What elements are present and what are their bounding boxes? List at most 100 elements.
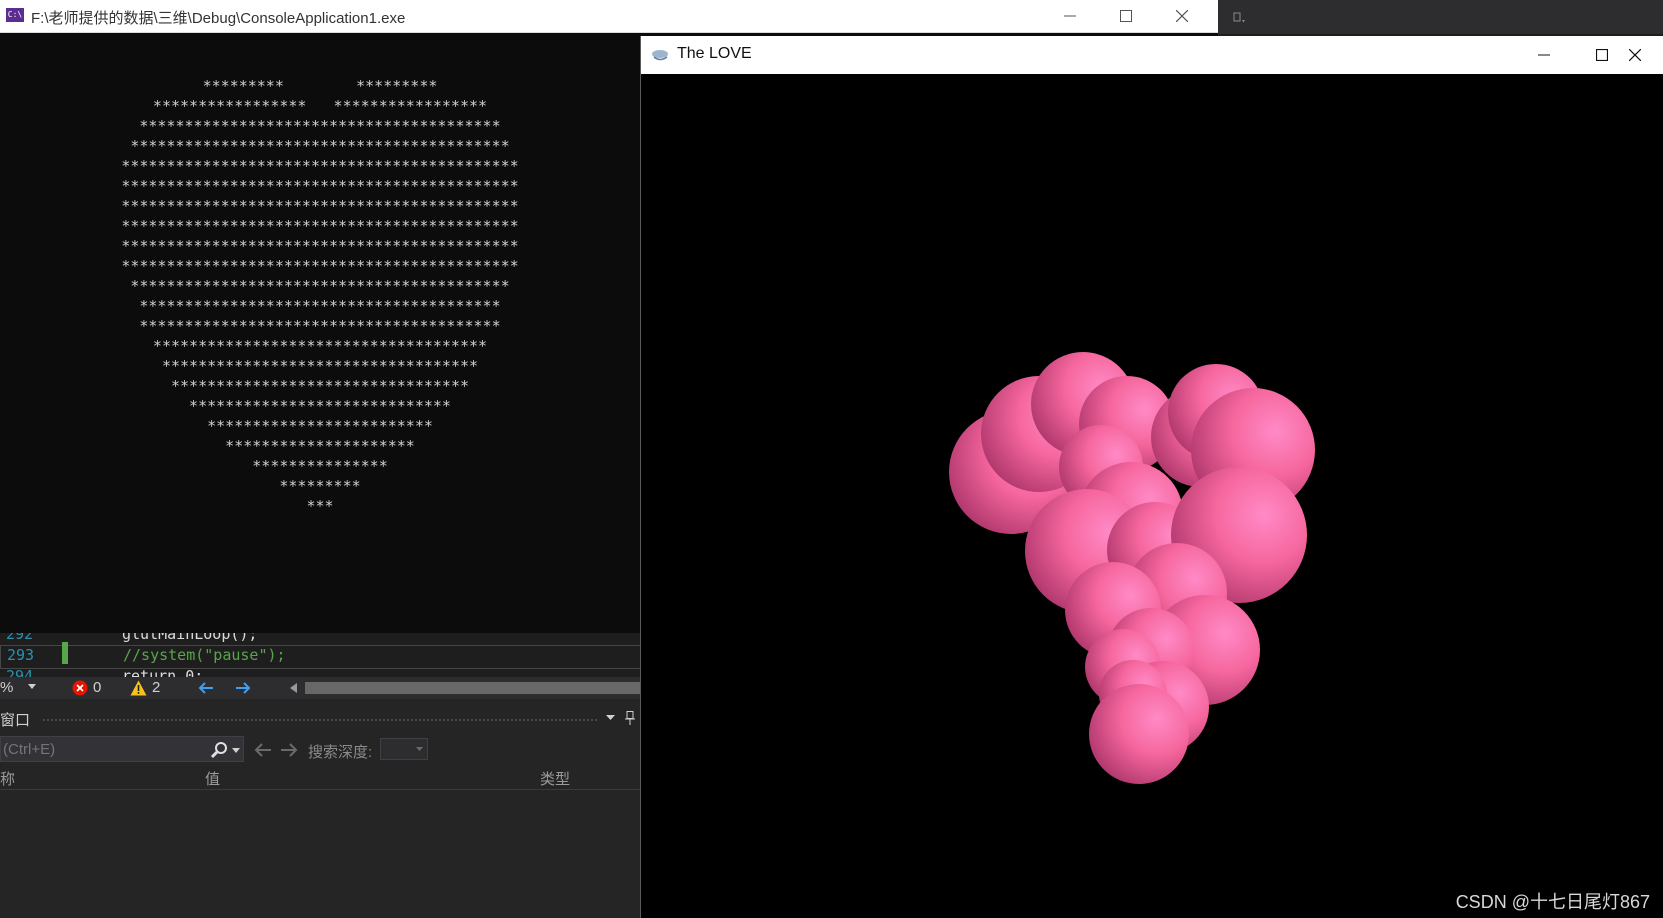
error-count: 0	[93, 679, 102, 696]
console-line-text: ********* *********	[202, 77, 438, 95]
code-line[interactable]: 294 return 0;	[0, 667, 640, 677]
console-output-line: ****************************************…	[0, 156, 640, 176]
pink-sphere	[1089, 684, 1189, 784]
locals-panel-header: 窗口	[0, 707, 640, 729]
warning-count: 2	[152, 679, 161, 696]
console-line-text: ****************************************	[139, 117, 501, 135]
search-icon[interactable]	[210, 741, 228, 759]
ide-toolbar-strip	[1218, 0, 1663, 34]
csdn-watermark: CSDN @十七日尾灯867	[1456, 892, 1650, 912]
console-output-line: ****************************************	[0, 296, 640, 316]
navigate-forward-icon[interactable]	[235, 681, 251, 695]
console-app-icon: C:\	[6, 8, 24, 22]
search-options-dropdown-icon[interactable]	[232, 748, 240, 753]
gl-maximize-button[interactable]	[1574, 36, 1630, 74]
zoom-dropdown-icon[interactable]	[28, 684, 36, 690]
console-minimize-button[interactable]	[1042, 0, 1098, 32]
console-output-line: *****************************	[0, 396, 640, 416]
console-line-text: ****************************************…	[121, 237, 519, 255]
panel-grip	[42, 718, 597, 722]
console-output-line: ****************************************…	[0, 136, 640, 156]
console-output-line: ****************************************…	[0, 216, 640, 236]
panel-dropdown-icon[interactable]	[606, 715, 615, 721]
console-line-text: *****************************	[189, 397, 451, 415]
console-output-line: ****************************************…	[0, 236, 640, 256]
warning-icon[interactable]	[130, 680, 147, 696]
close-icon	[1176, 10, 1188, 22]
search-forward-icon[interactable]	[280, 742, 298, 758]
column-name[interactable]: 称	[0, 768, 15, 789]
gl-titlebar[interactable]: The LOVE	[641, 36, 1663, 75]
horizontal-scrollbar[interactable]	[305, 682, 640, 694]
console-maximize-button[interactable]	[1098, 0, 1154, 32]
console-line-text: ****************************************…	[121, 177, 519, 195]
minimize-icon	[1064, 15, 1076, 17]
console-output-line: ****************************************…	[0, 256, 640, 276]
maximize-icon	[1120, 10, 1132, 22]
pin-icon[interactable]	[1232, 12, 1246, 24]
console-line-text: ****************************************	[139, 297, 501, 315]
console-output: ********* ********* ***************** ***…	[0, 76, 640, 516]
pin-panel-icon[interactable]	[625, 711, 635, 725]
console-output-line: ***************** *****************	[0, 96, 640, 116]
console-line-text: ****************************************…	[121, 257, 519, 275]
console-line-text: ****************************************…	[121, 197, 519, 215]
locals-search-row: 搜索深度:	[0, 736, 640, 764]
panel-title: 窗口	[0, 712, 31, 729]
console-output-line: ****************************************	[0, 316, 640, 336]
search-depth-label: 搜索深度:	[308, 744, 373, 761]
code-text: glutMainLoop();	[122, 633, 258, 643]
navigate-back-icon[interactable]	[198, 681, 214, 695]
search-back-icon[interactable]	[254, 742, 272, 758]
zoom-level[interactable]: %	[0, 679, 13, 696]
console-output-line: ****************************************…	[0, 276, 640, 296]
gl-minimize-button[interactable]	[1516, 36, 1572, 74]
line-number: 292	[6, 633, 34, 643]
code-editor[interactable]: 292 glutMainLoop(); 293 //system("pause"…	[0, 633, 640, 677]
locals-panel: 窗口 搜索深度: 称 值 类型	[0, 699, 640, 918]
console-line-text: *********************	[225, 437, 415, 455]
gl-render-canvas[interactable]: CSDN @十七日尾灯867	[641, 74, 1663, 918]
code-line-current[interactable]: 293 //system("pause");	[0, 645, 640, 669]
search-depth-select[interactable]	[380, 738, 428, 760]
maximize-icon	[1596, 49, 1608, 61]
line-number: 293	[7, 646, 35, 664]
scroll-left-icon[interactable]	[290, 683, 297, 693]
console-output-line: *********************************	[0, 376, 640, 396]
console-line-text: ****************************************	[139, 317, 501, 335]
console-line-text: *************************	[207, 417, 433, 435]
opengl-window: The LOVE CSDN @十七日尾灯867	[640, 36, 1663, 918]
console-line-text: *********************************	[170, 377, 469, 395]
column-value[interactable]: 值	[205, 768, 220, 789]
console-output-line: ***	[0, 496, 640, 516]
console-line-text: ****************************************…	[130, 277, 510, 295]
console-output-line: ****************************************…	[0, 176, 640, 196]
console-output-line: ****************************************…	[0, 196, 640, 216]
console-line-text: ***********************************	[161, 357, 479, 375]
console-line-text: ****************************************…	[121, 217, 519, 235]
code-comment: //system("pause");	[123, 646, 286, 664]
console-close-button[interactable]	[1154, 0, 1210, 32]
line-number: 294	[6, 667, 34, 677]
console-output-line: *************************	[0, 416, 640, 436]
gl-close-button[interactable]	[1629, 36, 1663, 74]
console-line-text: ***************	[252, 457, 388, 475]
console-title: F:\老师提供的数据\三维\Debug\ConsoleApplication1.…	[31, 10, 406, 27]
code-text: return 0;	[122, 667, 204, 677]
console-output-line: *********	[0, 476, 640, 496]
locals-column-header: 称 值 类型	[0, 765, 640, 790]
error-icon[interactable]	[72, 680, 88, 696]
console-titlebar[interactable]: C:\ F:\老师提供的数据\三维\Debug\ConsoleApplicati…	[0, 0, 1218, 33]
chevron-down-icon	[416, 747, 423, 751]
column-type[interactable]: 类型	[540, 768, 570, 789]
close-icon	[1629, 49, 1641, 61]
console-output-line: ****************************************	[0, 116, 640, 136]
console-line-text: ****************************************…	[121, 157, 519, 175]
console-line-text: *************************************	[152, 337, 488, 355]
console-line-text: ***************** *****************	[152, 97, 488, 115]
console-line-text: ***	[306, 497, 334, 515]
console-line-text: *********	[279, 477, 361, 495]
change-indicator	[62, 642, 68, 664]
console-output-line: ***************	[0, 456, 640, 476]
search-input[interactable]	[0, 736, 244, 762]
